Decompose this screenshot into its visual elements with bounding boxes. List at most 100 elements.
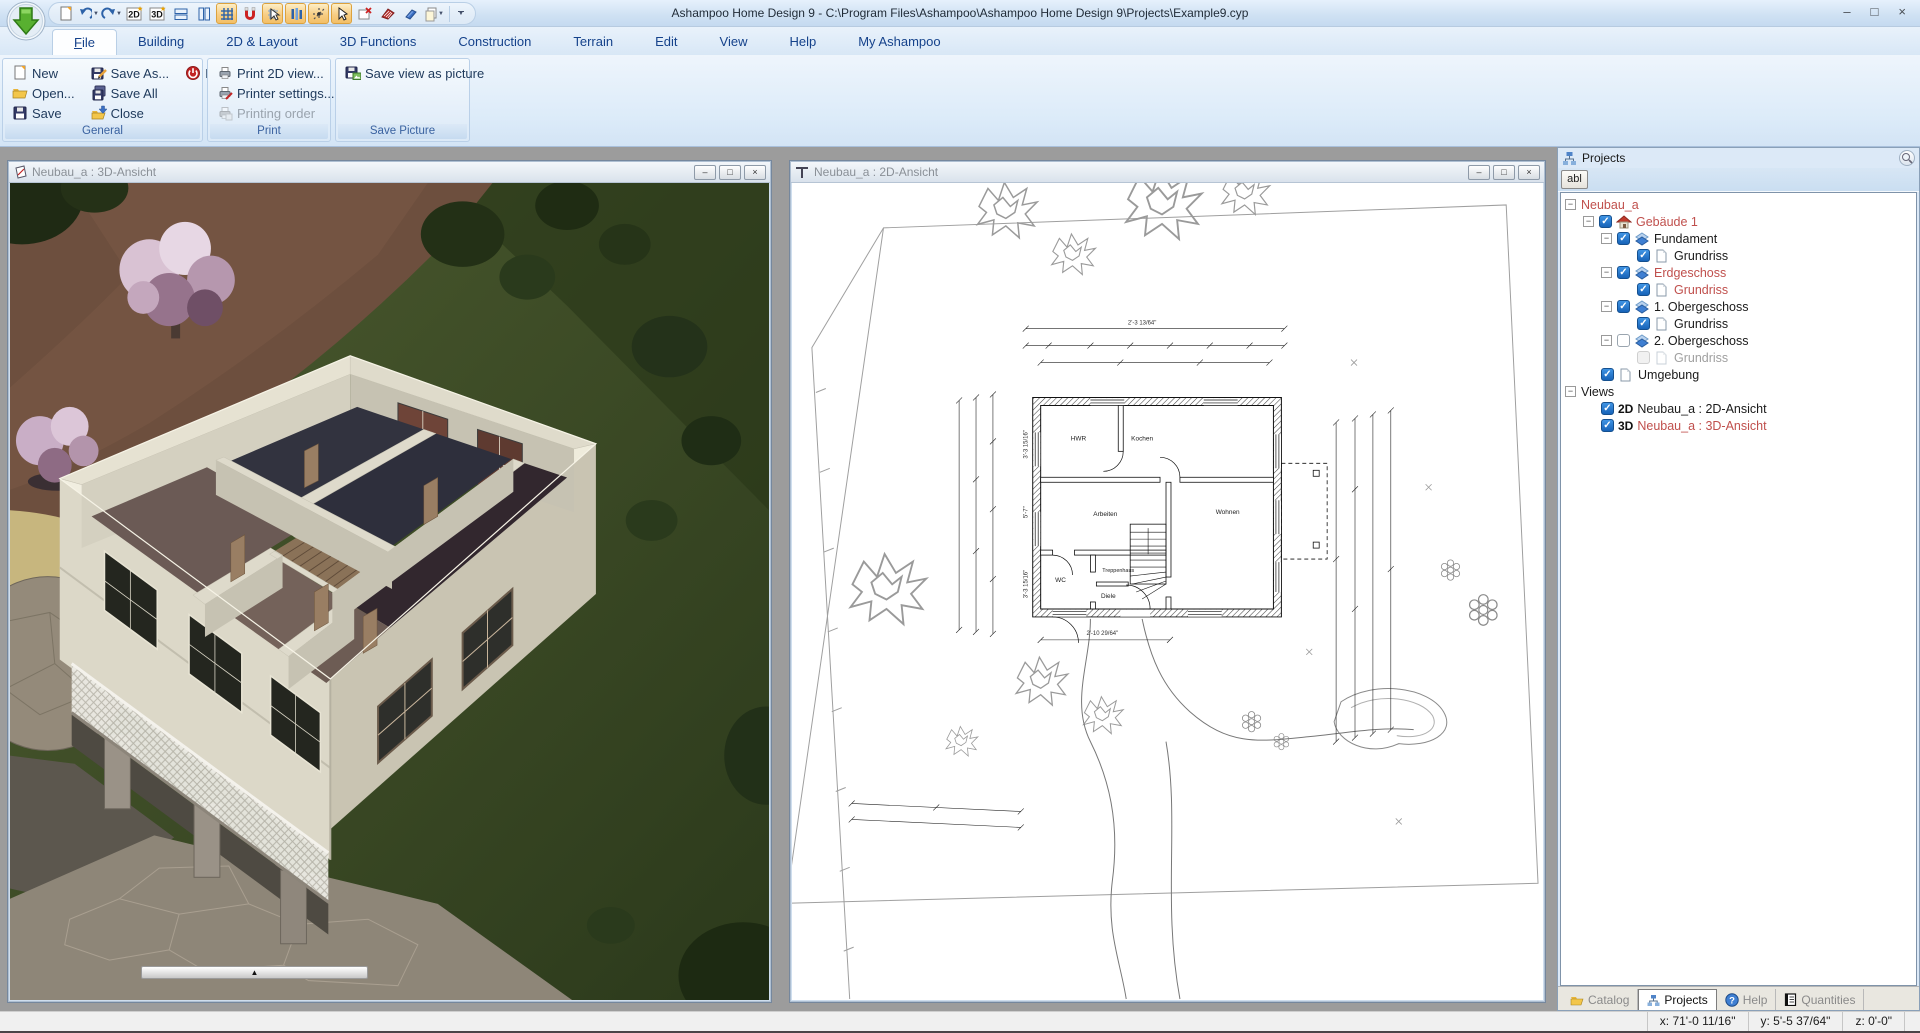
close-view-icon[interactable] [354,3,375,24]
tree-item-gebaeude[interactable]: − ✓ Gebäude 1 [1563,213,1916,230]
select-area-icon[interactable] [262,3,283,24]
close-project-button[interactable]: Close [88,103,173,123]
printer-settings-button[interactable]: Printer settings... [214,83,338,103]
checkbox-checked[interactable]: ✓ [1599,215,1612,228]
2d-plan: HWR Kochen Arbeiten Wohnen WC Treppenhau… [792,183,1543,1000]
checkbox-checked[interactable]: ✓ [1617,266,1630,279]
toolbar-options-icon[interactable]: ▼ [455,3,467,24]
tab-projects[interactable]: Projects [1638,989,1716,1010]
ribbon-group-general: New Open... Save Save As... Sa [2,58,203,142]
new-button[interactable]: New [9,63,78,83]
tab-quantities[interactable]: Quantities [1776,989,1864,1010]
expander-icon[interactable]: − [1601,301,1612,312]
tree-item-grundriss-og2[interactable]: ✓ Grundriss [1563,349,1916,366]
tree-item-view-2d[interactable]: ✓ 2D Neubau_a : 2D-Ansicht [1563,400,1916,417]
viewport-3d[interactable]: ▲ [10,183,769,1000]
window-2d-restore-button[interactable]: □ [1493,165,1515,180]
2d-view-icon[interactable]: 2D★ [124,3,145,24]
window-3d-minimize-button[interactable]: – [694,165,716,180]
checkbox-unchecked[interactable]: ✓ [1617,334,1630,347]
copy-view-icon[interactable]: ▼ [423,3,444,24]
close-button[interactable]: × [1898,4,1906,19]
checkbox-checked[interactable]: ✓ [1601,419,1614,432]
dim-label-left-2: 5'-7" [1024,506,1030,518]
tree-item-erdgeschoss[interactable]: − ✓ Erdgeschoss [1563,264,1916,281]
tree-item-grundriss-fundament[interactable]: ✓ Grundriss [1563,247,1916,264]
guides-icon[interactable] [285,3,306,24]
maximize-button[interactable]: □ [1871,4,1879,19]
cursor-icon[interactable] [331,3,352,24]
roof-red-icon[interactable] [377,3,398,24]
sheet-icon [1654,282,1670,298]
tree-item-grundriss-erdgeschoss[interactable]: ✓ Grundriss [1563,281,1916,298]
tab-help[interactable]: ? Help [1717,989,1777,1010]
window-2d-close-button[interactable]: × [1518,165,1540,180]
rename-tool-button[interactable]: abl [1561,170,1588,189]
checkbox-checked[interactable]: ✓ [1617,232,1630,245]
save-view-as-picture-button[interactable]: Save view as picture [342,63,487,83]
expander-icon[interactable]: − [1583,216,1594,227]
expander-icon[interactable]: − [1601,267,1612,278]
expander-icon[interactable]: − [1565,199,1576,210]
3d-view-icon[interactable]: 3D★ [147,3,168,24]
undo-icon[interactable]: ▼ [78,3,99,24]
dim-label-bottom: 2'-10 29/64" [1086,631,1118,637]
print-2d-view-button[interactable]: Print 2D view... [214,63,338,83]
tab-construction[interactable]: Construction [437,29,552,55]
window-2d-minimize-button[interactable]: – [1468,165,1490,180]
tab-2d-layout[interactable]: 2D & Layout [205,29,319,55]
checkbox-checked[interactable]: ✓ [1637,283,1650,296]
tree-item-view-3d[interactable]: ✓ 3D Neubau_a : 3D-Ansicht [1563,417,1916,434]
tab-3d-functions[interactable]: 3D Functions [319,29,438,55]
tab-building[interactable]: Building [117,29,205,55]
window-3d-titlebar[interactable]: Neubau_a : 3D-Ansicht – □ × [9,162,770,183]
tree-item-views[interactable]: − Views [1563,383,1916,400]
split-horizontal-icon[interactable] [170,3,191,24]
minimize-button[interactable]: – [1843,4,1850,19]
printing-order-button[interactable]: Printing order [214,103,338,123]
projects-tree: − Neubau_a − ✓ Gebäude 1 − ✓ Fundament ✓… [1560,192,1917,986]
tree-item-neubau[interactable]: − Neubau_a [1563,196,1916,213]
tab-view[interactable]: View [699,29,769,55]
checkbox-checked[interactable]: ✓ [1637,317,1650,330]
tab-terrain[interactable]: Terrain [552,29,634,55]
new-document-icon[interactable] [55,3,76,24]
tab-file[interactable]: File [52,29,117,55]
tab-catalog[interactable]: Catalog [1562,989,1638,1010]
tab-edit[interactable]: Edit [634,29,698,55]
expander-icon[interactable]: − [1601,233,1612,244]
tab-help[interactable]: Help [768,29,837,55]
snap-axes-icon[interactable] [308,3,329,24]
tree-item-grundriss-og1[interactable]: ✓ Grundriss [1563,315,1916,332]
checkbox-checked[interactable]: ✓ [1601,402,1614,415]
tab-my-ashampoo[interactable]: My Ashampoo [837,29,961,55]
magnet-icon[interactable] [239,3,260,24]
save-all-button[interactable]: Save All [88,83,173,103]
split-vertical-icon[interactable] [193,3,214,24]
expander-icon[interactable]: − [1601,335,1612,346]
checkbox-checked[interactable]: ✓ [1601,368,1614,381]
window-2d-titlebar[interactable]: Neubau_a : 2D-Ansicht – □ × [791,162,1544,183]
view-3d-tilt-slider[interactable]: ▲ [141,966,368,979]
redo-icon[interactable]: ▼ [101,3,122,24]
checkbox-checked[interactable]: ✓ [1617,300,1630,313]
checkbox-checked[interactable]: ✓ [1637,249,1650,262]
tree-item-umgebung[interactable]: ✓ Umgebung [1563,366,1916,383]
roof-blue-icon[interactable] [400,3,421,24]
panel-search-button[interactable] [1899,150,1915,166]
app-logo-button[interactable] [6,1,46,41]
save-button[interactable]: Save [9,103,78,123]
app-logo-icon [6,1,46,41]
open-button[interactable]: Open... [9,83,78,103]
expander-icon[interactable]: − [1565,386,1576,397]
tree-item-fundament[interactable]: − ✓ Fundament [1563,230,1916,247]
tree-item-obergeschoss-2[interactable]: − ✓ 2. Obergeschoss [1563,332,1916,349]
viewport-2d[interactable]: HWR Kochen Arbeiten Wohnen WC Treppenhau… [792,183,1543,1000]
window-3d-restore-button[interactable]: □ [719,165,741,180]
tree-item-obergeschoss-1[interactable]: − ✓ 1. Obergeschoss [1563,298,1916,315]
save-as-button[interactable]: Save As... [88,63,173,83]
checkbox-disabled[interactable]: ✓ [1637,351,1650,364]
window-3d-close-button[interactable]: × [744,165,766,180]
panel-tool-strip: abl [1558,168,1919,192]
grid-icon[interactable] [216,3,237,24]
